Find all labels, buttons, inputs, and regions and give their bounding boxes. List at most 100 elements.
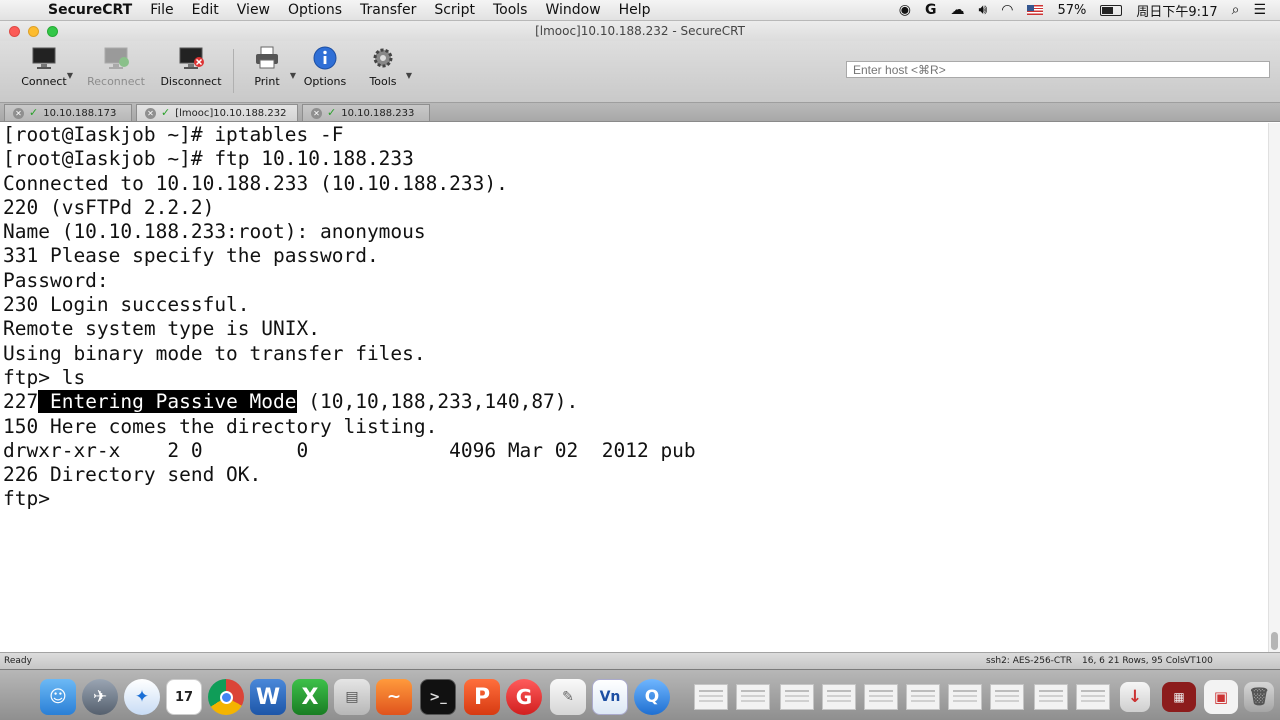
status-emulation: VT100 [1184,656,1213,666]
trash-icon[interactable]: 🗑︎ [1244,682,1274,712]
printer-icon [256,46,278,69]
status-cursor-position: 16, 6 [1082,656,1105,666]
finder-icon[interactable]: ☺ [40,679,76,715]
menu-file[interactable]: File [141,2,182,18]
excel-icon[interactable]: X [292,679,328,715]
close-window-button[interactable] [9,26,20,37]
connected-check-icon: ✓ [327,106,337,119]
minimized-window-thumbnail[interactable] [736,684,770,710]
menu-window[interactable]: Window [536,2,609,18]
close-tab-icon[interactable]: ✕ [145,107,156,119]
vnc-icon[interactable]: Vn [592,679,628,715]
dock: ☺ ✈ ✦ 17 W X ▤ ~ >_ P G ✎ Vn Q ↓ ▦ ▣ 🗑︎ [0,669,1280,720]
terminal-line: Connected to 10.10.188.233 (10.10.188.23… [3,171,508,195]
zoom-window-button[interactable] [47,26,58,37]
disconnect-button[interactable]: Disconnect [160,45,222,97]
terminal-prompt[interactable]: ftp> [3,487,1268,511]
status-cipher: ssh2: AES-256-CTR [986,656,1072,666]
terminal-scrollbar[interactable] [1268,123,1280,652]
toolbar-divider [233,49,234,93]
terminal-line: 220 (vsFTPd 2.2.2) [3,195,215,219]
reconnect-button[interactable]: Reconnect [85,45,147,97]
window-controls [9,26,58,37]
app-menu[interactable]: SecureCRT [42,2,141,18]
battery-icon[interactable] [1100,4,1123,16]
minimized-window-thumbnail[interactable] [906,684,940,710]
disconnect-monitor-icon [179,47,204,69]
print-button[interactable]: Print ▼ [236,45,298,97]
status-terminal-size: 21 Rows, 95 Cols [1108,656,1185,666]
close-tab-icon[interactable]: ✕ [13,107,24,119]
gear-icon [373,48,393,68]
minimized-window-thumbnail[interactable] [990,684,1024,710]
tools-dropdown-icon[interactable]: ▼ [406,71,412,80]
menu-tools[interactable]: Tools [484,2,537,18]
quicktime-icon[interactable]: Q [634,679,670,715]
selected-text[interactable]: Entering Passive Mode [38,390,297,414]
g-app-icon[interactable]: G [925,2,937,18]
minimized-window-thumbnail[interactable] [864,684,898,710]
menu-options[interactable]: Options [279,2,351,18]
minimized-window-thumbnail[interactable] [780,684,814,710]
close-tab-icon[interactable]: ✕ [311,107,322,119]
options-button[interactable]: Options [294,45,356,97]
menu-transfer[interactable]: Transfer [351,2,425,18]
connect-dropdown-icon[interactable]: ▼ [67,71,73,80]
spotlight-search-icon[interactable]: ⌕ [1232,2,1240,18]
input-flag-icon[interactable] [1027,5,1044,15]
window-title: [lmooc]10.10.188.232 - SecureCRT [535,24,745,38]
launchpad-icon[interactable]: ✈ [82,679,118,715]
wifi-icon[interactable]: ◠ [1001,2,1013,18]
sublime-icon[interactable]: ~ [376,679,412,715]
minimized-window-thumbnail[interactable] [694,684,728,710]
menu-help[interactable]: Help [610,2,660,18]
passive-code: 227 [3,390,39,414]
minimized-window-thumbnail[interactable] [1034,684,1068,710]
scrollbar-thumb[interactable] [1271,632,1278,650]
terminal-line: Name (10.10.188.233:root): anonymous [3,220,426,244]
terminal-output[interactable]: [root@Iaskjob ~]# iptables -F [root@Iask… [0,123,1268,652]
tools-button[interactable]: Tools ▼ [352,45,414,97]
g-app-dock-icon[interactable]: G [506,679,542,715]
textedit-icon[interactable]: ✎ [550,679,586,715]
terminal-line: 226 Directory send OK. [3,463,262,487]
pdf-document-icon[interactable]: ▦ [1162,682,1196,712]
window-titlebar: [lmooc]10.10.188.232 - SecureCRT [0,21,1280,41]
passive-address: (10,10,188,233,140,87). [296,390,579,414]
word-icon[interactable]: W [250,679,286,715]
calendar-icon[interactable]: 17 [166,679,202,715]
terminal-line: drwxr-xr-x 2 0 0 4096 Mar 02 2012 pub [3,438,696,462]
minimized-window-thumbnail[interactable] [1076,684,1110,710]
preview-icon[interactable]: ▤ [334,679,370,715]
session-tab-bar: ✕ ✓ 10.10.188.173 ✕ ✓ [lmooc]10.10.188.232 ✕… [0,103,1280,122]
clock[interactable]: 周日下午9:17 [1136,1,1217,20]
record-icon[interactable]: ◉ [899,2,911,18]
terminal-line: 150 Here comes the directory listing. [3,414,438,438]
menu-view[interactable]: View [228,2,279,18]
safari-icon[interactable]: ✦ [124,679,160,715]
powerpoint-icon[interactable]: P [464,679,500,715]
tab-session-233[interactable]: ✕ ✓ 10.10.188.233 [302,104,430,121]
enter-host-input[interactable] [846,61,1270,78]
menu-edit[interactable]: Edit [183,2,228,18]
volume-icon[interactable]: 🔊︎ [978,2,987,18]
cloud-icon[interactable]: ☁ [950,2,964,18]
menu-script[interactable]: Script [425,2,484,18]
tab-session-173[interactable]: ✕ ✓ 10.10.188.173 [4,104,132,121]
minimized-window-thumbnail[interactable] [948,684,982,710]
battery-percent: 57% [1057,2,1087,18]
terminal-line: [root@Iaskjob ~]# iptables -F [3,123,344,146]
terminal-line: Password: [3,268,109,292]
document-stack-icon[interactable]: ▣ [1204,680,1238,714]
connected-check-icon: ✓ [161,106,171,119]
terminal-app-icon[interactable]: >_ [420,679,456,715]
connect-button[interactable]: Connect ▼ [13,45,75,97]
toolbar: Connect ▼ Reconnect Disconnect Print ▼ O… [0,41,1280,103]
downloads-stack-icon[interactable]: ↓ [1120,682,1150,712]
notification-center-icon[interactable]: ☰ [1253,2,1266,18]
minimize-window-button[interactable] [28,26,39,37]
minimized-window-thumbnail[interactable] [822,684,856,710]
chrome-icon[interactable] [208,679,244,715]
terminal-line: ftp> ls [3,365,86,389]
tab-session-232[interactable]: ✕ ✓ [lmooc]10.10.188.232 [136,104,298,121]
